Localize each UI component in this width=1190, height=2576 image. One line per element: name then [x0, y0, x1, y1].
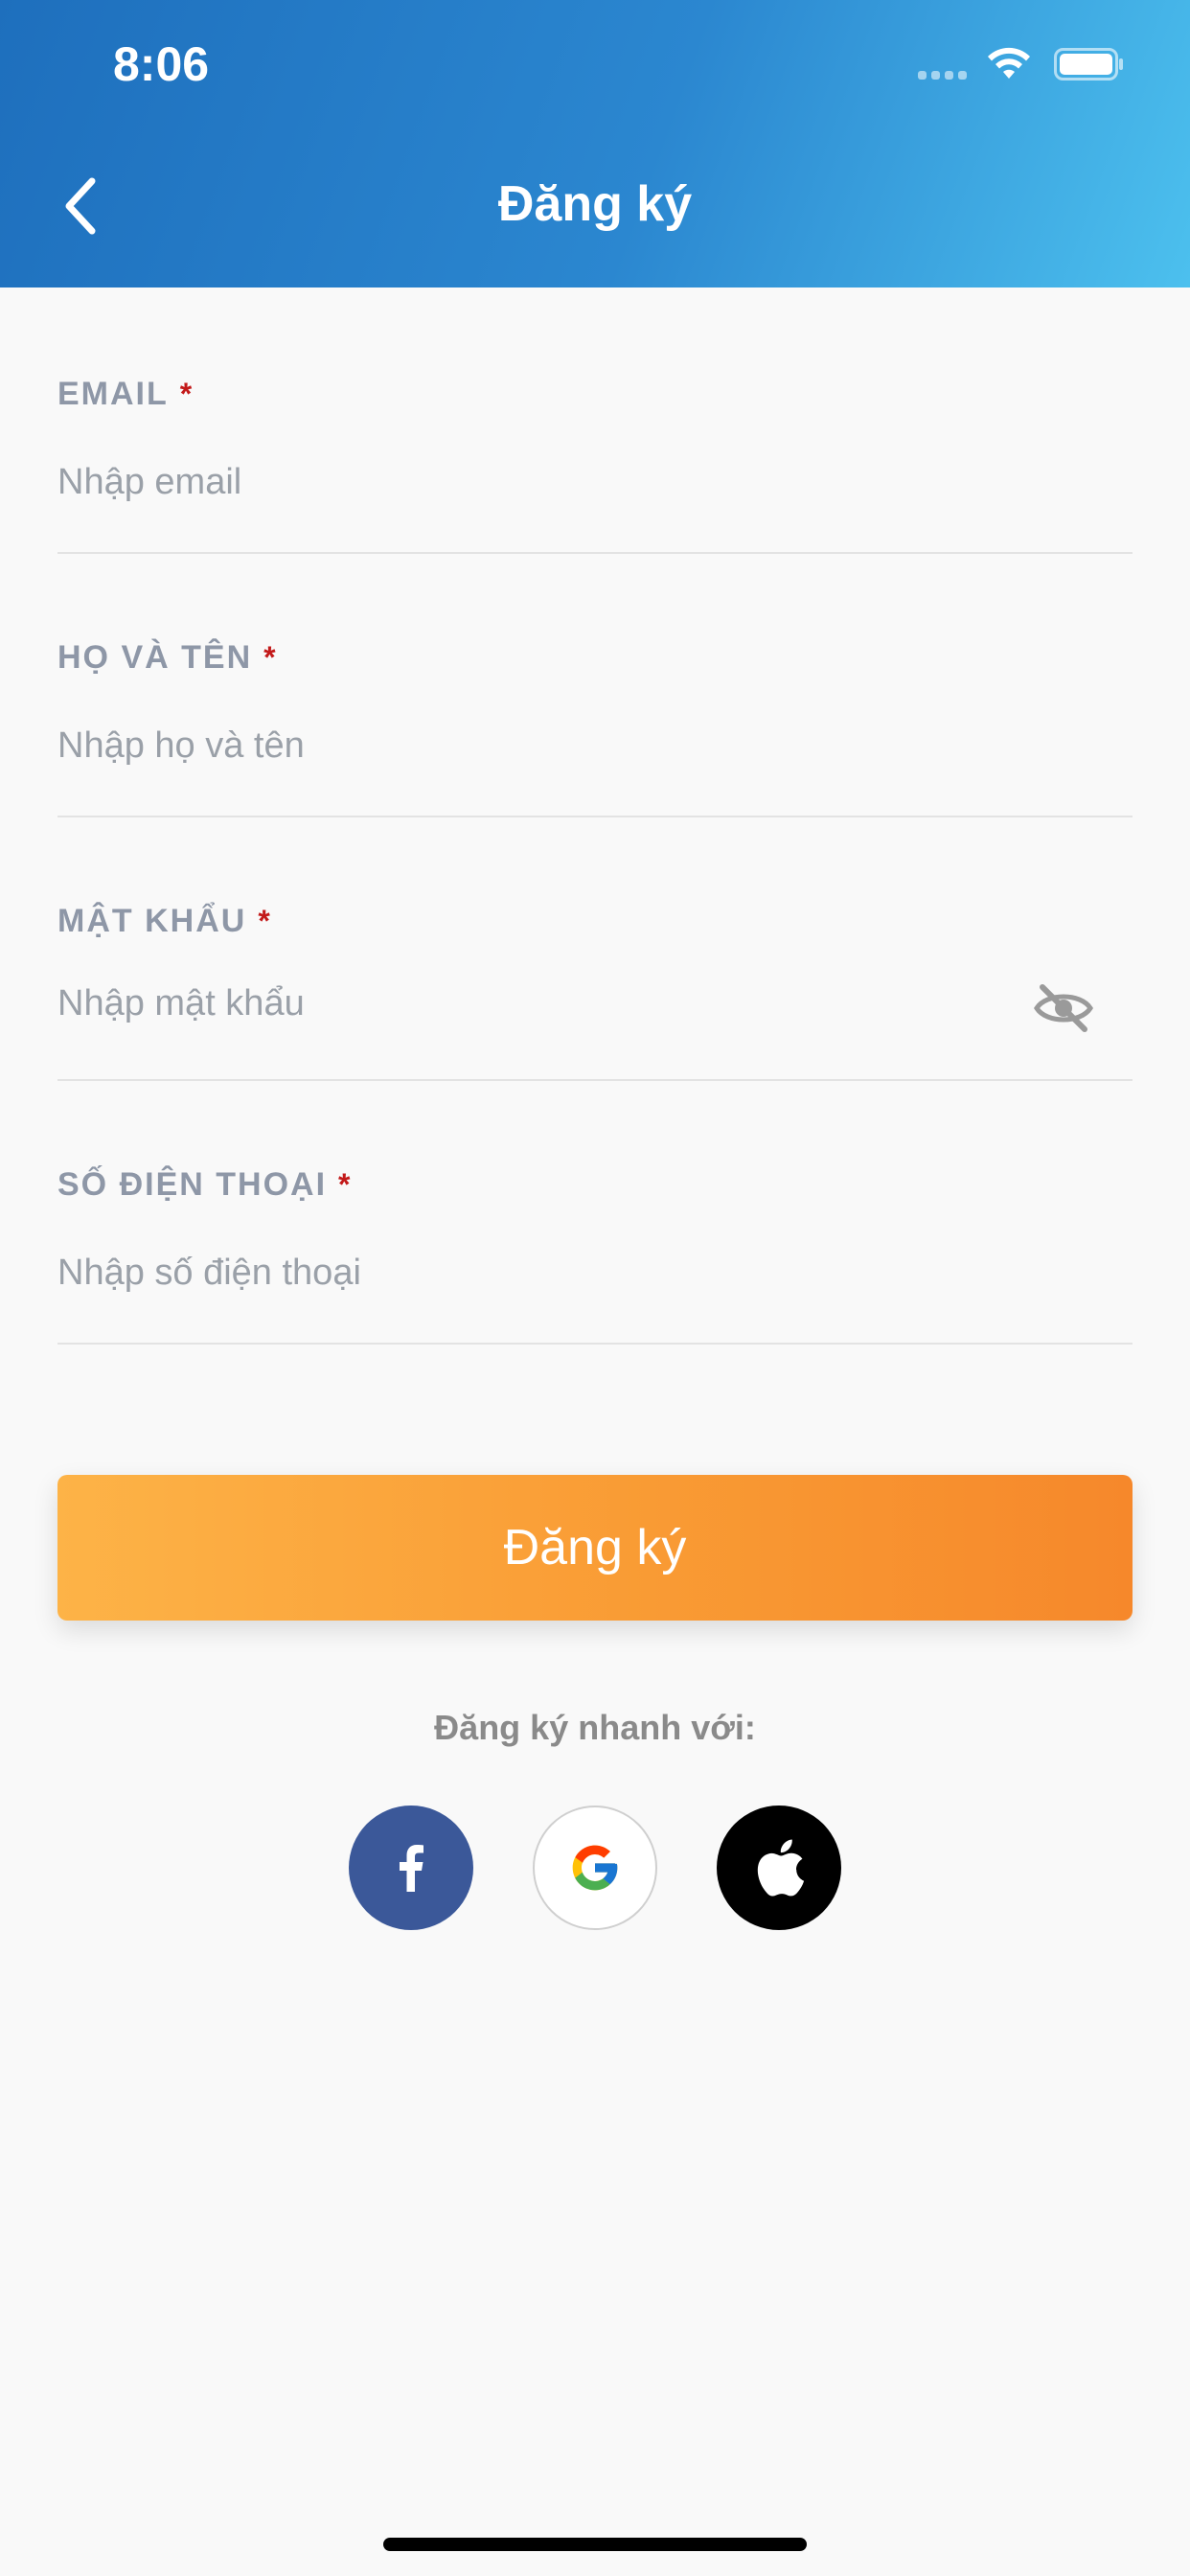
- facebook-icon: [400, 1845, 423, 1892]
- page-title: Đăng ký: [497, 176, 693, 232]
- required-mark: *: [179, 377, 195, 411]
- phone-input[interactable]: [57, 1249, 1016, 1297]
- field-divider: [57, 552, 1133, 554]
- cellular-signal-icon: [918, 71, 967, 80]
- email-label-text: EMAIL: [57, 376, 169, 412]
- required-mark: *: [258, 904, 272, 938]
- google-signup-button[interactable]: [533, 1806, 657, 1930]
- phone-label-text: SỐ ĐIỆN THOẠI: [57, 1166, 328, 1203]
- phone-label: SỐ ĐIỆN THOẠI *: [57, 1166, 352, 1204]
- password-field-group: MẬT KHẨU *: [57, 903, 1133, 1094]
- apple-icon: [757, 1839, 805, 1897]
- email-field-group: EMAIL *: [57, 376, 1133, 567]
- fullname-label-text: HỌ VÀ TÊN: [57, 639, 253, 676]
- facebook-signup-button[interactable]: [349, 1806, 473, 1930]
- field-divider: [57, 1343, 1133, 1345]
- field-divider: [57, 1079, 1133, 1081]
- eye-slash-icon[interactable]: [1033, 981, 1094, 1035]
- password-label-text: MẬT KHẨU: [57, 903, 247, 939]
- phone-field-group: SỐ ĐIỆN THOẠI *: [57, 1166, 1133, 1358]
- quick-signup-label: Đăng ký nhanh với:: [434, 1708, 756, 1747]
- email-label: EMAIL *: [57, 376, 194, 413]
- fullname-label: HỌ VÀ TÊN *: [57, 639, 278, 677]
- status-time: 8:06: [113, 37, 210, 91]
- email-input[interactable]: [57, 458, 1016, 506]
- google-icon: [572, 1845, 618, 1891]
- battery-icon: [1054, 48, 1123, 80]
- fullname-input[interactable]: [57, 722, 1016, 770]
- required-mark: *: [338, 1167, 353, 1202]
- wifi-icon: [988, 47, 1030, 79]
- apple-signup-button[interactable]: [717, 1806, 841, 1930]
- fullname-field-group: HỌ VÀ TÊN *: [57, 639, 1133, 831]
- register-button[interactable]: Đăng ký: [57, 1475, 1133, 1621]
- password-input[interactable]: [57, 979, 1016, 1027]
- required-mark: *: [263, 640, 278, 675]
- field-divider: [57, 816, 1133, 817]
- home-indicator: [383, 2538, 807, 2551]
- app-header: 8:06 Đăng ký: [0, 0, 1190, 288]
- password-label: MẬT KHẨU *: [57, 903, 272, 940]
